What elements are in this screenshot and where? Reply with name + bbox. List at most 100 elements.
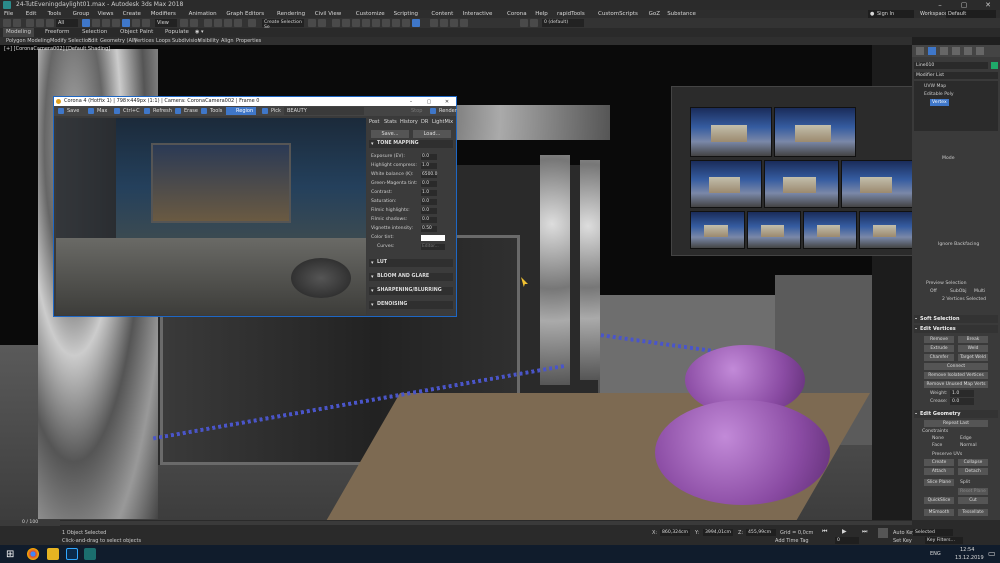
tessellate-button[interactable]: Tessellate (958, 509, 988, 516)
ribbon-item-vertices[interactable]: Vertices (134, 37, 154, 45)
ribbon-item-geometry[interactable]: Geometry (All) (100, 37, 137, 45)
weld-button[interactable]: Weld (958, 345, 988, 352)
repeat-last-button[interactable]: Repeat Last (924, 420, 988, 427)
new-layer-icon[interactable] (530, 19, 538, 27)
stack-item-editable-poly[interactable]: Editable Poly (924, 91, 954, 98)
undo-icon[interactable] (3, 19, 11, 27)
angle-snap-icon[interactable] (214, 19, 222, 27)
object-name-field[interactable]: Line010 (914, 62, 988, 69)
menu-modifiers[interactable]: Modifiers (151, 10, 176, 18)
exposure-input[interactable]: 0.0 (421, 154, 437, 160)
filmic-shadows-input[interactable]: 0.0 (421, 217, 437, 223)
reference-thumbnail[interactable] (747, 211, 801, 249)
menu-file[interactable]: File (4, 10, 13, 18)
signin-dropdown[interactable]: ● Sign In (868, 10, 914, 18)
motion-tab-icon[interactable] (952, 47, 960, 55)
modifier-list-dropdown[interactable]: Modifier List (914, 72, 998, 79)
create-button[interactable]: Create (924, 459, 954, 466)
add-time-tag[interactable]: Add Time Tag (775, 538, 809, 544)
denoising-section[interactable]: DENOISING (369, 301, 453, 309)
crease-input[interactable]: 0.0 (950, 398, 974, 405)
rectangle-selection-icon[interactable] (102, 19, 110, 27)
select-by-name-icon[interactable] (92, 19, 100, 27)
time-slider[interactable]: 0 / 100 (0, 520, 60, 526)
minimize-button[interactable]: – (928, 0, 952, 10)
menu-corona[interactable]: Corona (507, 10, 527, 18)
percent-snap-icon[interactable] (224, 19, 232, 27)
corona-post-load-button[interactable]: Load... (413, 130, 451, 138)
edit-named-sets-icon[interactable] (248, 19, 256, 27)
ribbon-item-properties[interactable]: Properties (236, 37, 261, 45)
corona-ctrlc-button[interactable]: Ctrl+C (114, 107, 140, 115)
x-coord-field[interactable]: 860,324cm (660, 529, 690, 536)
stack-item-vertex[interactable]: Vertex (930, 99, 949, 106)
rotate-icon[interactable] (132, 19, 140, 27)
menu-create[interactable]: Create (123, 10, 141, 18)
ribbon-item-loops[interactable]: Loops (156, 37, 171, 45)
edit-vertices-rollout[interactable]: Edit Vertices (914, 325, 998, 333)
ribbon-toggle-icon[interactable] (352, 19, 360, 27)
align-icon[interactable] (318, 19, 326, 27)
spinner-snap-icon[interactable] (234, 19, 242, 27)
ignore-backfacing-checkbox[interactable]: Ignore Backfacing (938, 241, 979, 248)
corona-tab-history[interactable]: History (400, 118, 418, 127)
corona-refresh-button[interactable]: Refresh (144, 107, 172, 115)
lut-section[interactable]: LUT (369, 259, 453, 267)
ribbon-tab-freeform[interactable]: Freeform (45, 28, 70, 37)
reference-thumbnail[interactable] (841, 160, 915, 208)
viewport-label[interactable]: [+] [CoronaCamera002] [Default Shading] (4, 46, 110, 52)
corona-icon[interactable] (430, 19, 438, 27)
corona-interactive-icon[interactable] (440, 19, 448, 27)
ribbon-item-align[interactable]: Align (221, 37, 234, 45)
rendered-image[interactable] (56, 118, 366, 315)
reference-thumbnail[interactable] (690, 211, 745, 249)
preview-multi-radio[interactable]: Multi (974, 288, 985, 295)
notifications-icon[interactable]: ▭ (988, 549, 996, 558)
layer-dropdown[interactable]: 0 (default) (542, 19, 584, 27)
corona-tab-stats[interactable]: Stats (384, 118, 397, 127)
white-balance-input[interactable]: 6500.0 (421, 172, 437, 178)
set-key-button[interactable]: Set Key (893, 538, 912, 544)
display-tab-icon[interactable] (964, 47, 972, 55)
corona-save-button[interactable]: Save (58, 107, 79, 115)
bind-spacewarp-icon[interactable] (46, 19, 54, 27)
hierarchy-tab-icon[interactable] (940, 47, 948, 55)
menu-scripting[interactable]: Scripting (394, 10, 418, 18)
target-weld-button[interactable]: Target Weld (958, 354, 988, 361)
menu-views[interactable]: Views (98, 10, 114, 18)
corona-pick-button[interactable]: Pick (262, 107, 281, 115)
preview-off-radio[interactable]: Off (930, 288, 937, 295)
menu-substance[interactable]: Substance (667, 10, 696, 18)
ribbon-item-polygon-modeling[interactable]: Polygon Modeling (6, 37, 50, 45)
unlink-icon[interactable] (36, 19, 44, 27)
remove-unused-map-verts-button[interactable]: Remove Unused Map Verts (924, 381, 988, 388)
sharpening-section[interactable]: SHARPENING/BLURRING (369, 287, 453, 295)
curves-editor-button[interactable]: Editor... (421, 244, 445, 250)
link-icon[interactable] (26, 19, 34, 27)
tone-mapping-section[interactable]: TONE MAPPING (369, 140, 453, 148)
cut-button[interactable]: Cut (958, 497, 988, 504)
corona-render-element-dropdown[interactable]: BEAUTY (284, 107, 364, 115)
menu-goz[interactable]: GoZ (649, 10, 660, 18)
ribbon-item-edit[interactable]: Edit (88, 37, 98, 45)
go-to-end-icon[interactable]: ⏭ (862, 528, 867, 536)
reference-thumbnail[interactable] (774, 107, 856, 157)
ribbon-tab-object-paint[interactable]: Object Paint (120, 28, 153, 37)
reference-thumbnail[interactable] (859, 211, 913, 249)
preview-subobj-radio[interactable]: SubObj (950, 288, 967, 295)
close-button[interactable]: ✕ (976, 0, 1000, 10)
constraint-normal-radio[interactable]: Normal (960, 442, 977, 449)
ribbon-tab-populate[interactable]: Populate (165, 28, 189, 37)
remove-isolated-vertices-button[interactable]: Remove Isolated Vertices (924, 372, 988, 379)
workspaces-dropdown[interactable]: Default (946, 10, 996, 18)
corona-tab-dr[interactable]: DR (421, 118, 428, 127)
menu-tools[interactable]: Tools (48, 10, 62, 18)
select-manipulate-icon[interactable] (190, 19, 198, 27)
render-setup-icon[interactable] (392, 19, 400, 27)
snaps-toggle-icon[interactable] (204, 19, 212, 27)
filmic-highlights-input[interactable]: 0.0 (421, 208, 437, 214)
menu-civil-view[interactable]: Civil View (315, 10, 341, 18)
z-coord-field[interactable]: 455,99cm (746, 529, 776, 536)
ribbon-item-subdivision[interactable]: Subdivision (172, 37, 201, 45)
reset-plane-button[interactable]: Reset Plane (958, 488, 988, 495)
